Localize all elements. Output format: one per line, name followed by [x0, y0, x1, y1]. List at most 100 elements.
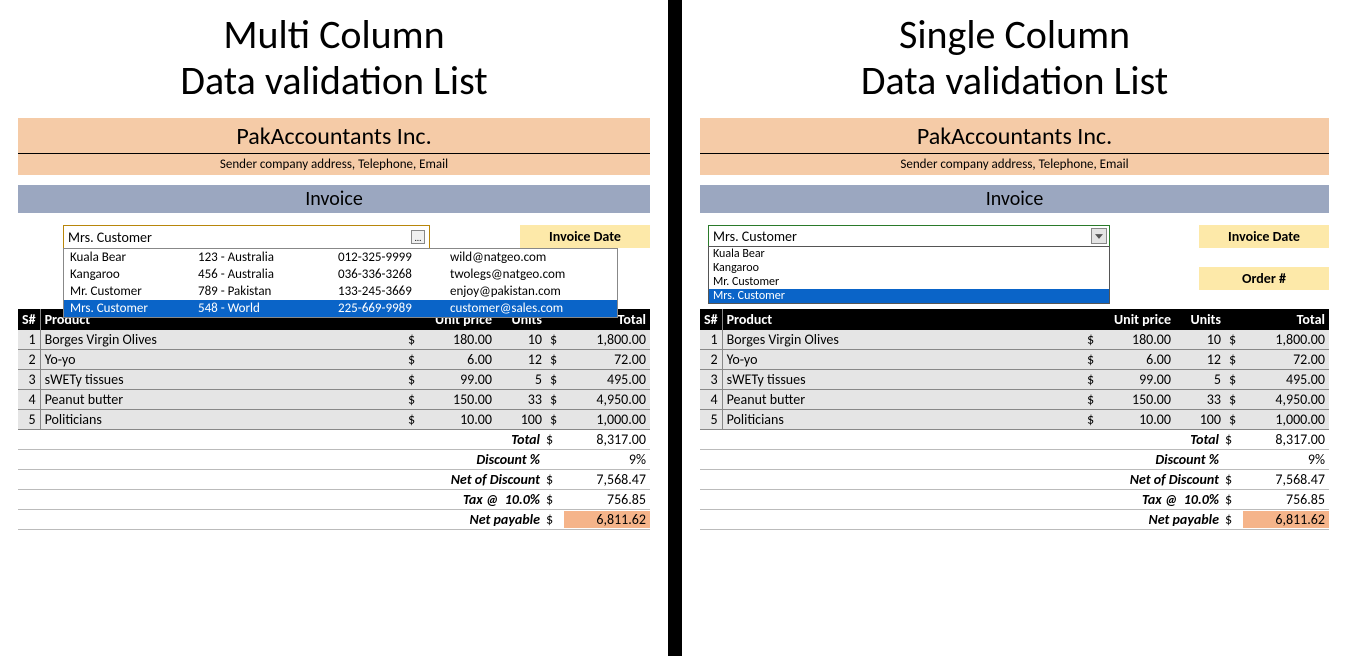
summary-row: Total$8,317.00	[18, 430, 650, 450]
summary-value: 756.85	[564, 491, 650, 508]
invoice-table: S# Product Unit price Units Total 1Borge…	[700, 309, 1329, 430]
table-row[interactable]: 5Politicians$10.00100$1,000.00	[700, 410, 1329, 430]
cell-unit-price: $180.00	[1083, 330, 1175, 350]
cell-units: 10	[1175, 330, 1225, 350]
table-row[interactable]: 2Yo-yo$6.0012$72.00	[700, 350, 1329, 370]
currency-symbol: $	[1225, 491, 1243, 508]
order-number-label: Order #	[1199, 267, 1329, 290]
summary-value: 756.85	[1243, 491, 1329, 508]
summary-label: Total	[700, 431, 1225, 448]
cell-total: $4,950.00	[1225, 390, 1329, 410]
cell-units: 33	[1175, 390, 1225, 410]
cell-total: $4,950.00	[546, 390, 650, 410]
summary-value: 6,811.62	[564, 511, 650, 528]
table-row[interactable]: 4Peanut butter$150.0033$4,950.00	[18, 390, 650, 410]
company-name: PakAccountants Inc.	[18, 122, 650, 154]
summary-value: 6,811.62	[1243, 511, 1329, 528]
summary-value: 8,317.00	[1243, 431, 1329, 448]
summary-label: Total	[18, 431, 546, 448]
combo-option[interactable]: Mr. Customer 789 - Pakistan 133-245-3669…	[64, 283, 617, 300]
table-row[interactable]: 3sWETy tissues$99.005$495.00	[700, 370, 1329, 390]
cell-units: 10	[496, 330, 546, 350]
cell-sn: 2	[18, 350, 40, 370]
table-row[interactable]: 4Peanut butter$150.0033$4,950.00	[700, 390, 1329, 410]
combo-option-selected[interactable]: Mrs. Customer	[709, 289, 1109, 303]
cell-unit-price: $99.00	[1083, 370, 1175, 390]
summary-row: Discount %9%	[18, 450, 650, 470]
combo-option[interactable]: Kangaroo 456 - Australia 036-336-3268 tw…	[64, 266, 617, 283]
table-row[interactable]: 3sWETy tissues$99.005$495.00	[18, 370, 650, 390]
dropdown-button-icon[interactable]: …	[411, 230, 425, 244]
cell-unit-price: $10.00	[1083, 410, 1175, 430]
cell-product: Borges Virgin Olives	[722, 330, 1083, 350]
col-header-units: Units	[1175, 309, 1225, 330]
company-subtitle: Sender company address, Telephone, Email	[700, 154, 1329, 175]
summary-value: 9%	[1243, 451, 1329, 468]
panel-multi-column: Multi Column Data validation List PakAcc…	[0, 0, 668, 656]
cell-units: 5	[496, 370, 546, 390]
combo-option-selected[interactable]: Mrs. Customer 548 - World 225-669-9989 c…	[64, 300, 617, 317]
heading-line2: Data validation List	[0, 58, 668, 104]
summary-label: Discount %	[700, 451, 1225, 468]
chevron-down-icon[interactable]	[1091, 228, 1107, 244]
table-row[interactable]: 1Borges Virgin Olives$180.0010$1,800.00	[18, 330, 650, 350]
combo-option[interactable]: Mr. Customer	[709, 275, 1109, 289]
cell-sn: 5	[700, 410, 722, 430]
combo-option[interactable]: Kuala Bear 123 - Australia 012-325-9999 …	[64, 249, 617, 266]
cell-units: 12	[1175, 350, 1225, 370]
summary-row: Net payable$6,811.62	[18, 510, 650, 530]
cell-product: Politicians	[40, 410, 404, 430]
summary-label: Tax @ 10.0%	[18, 491, 546, 508]
cell-units: 100	[1175, 410, 1225, 430]
invoice-title: Invoice	[18, 185, 650, 213]
currency-symbol: $	[546, 431, 564, 448]
cell-total: $1,800.00	[1225, 330, 1329, 350]
company-name: PakAccountants Inc.	[700, 122, 1329, 154]
summary-row: Total$8,317.00	[700, 430, 1329, 450]
cell-total: $72.00	[546, 350, 650, 370]
currency-symbol: $	[1225, 511, 1243, 528]
cell-unit-price: $99.00	[404, 370, 496, 390]
customer-combo-dropdown-single[interactable]: Kuala Bear Kangaroo Mr. Customer Mrs. Cu…	[708, 246, 1110, 304]
customer-combo-dropdown-multi[interactable]: Kuala Bear 123 - Australia 012-325-9999 …	[63, 248, 618, 318]
table-row[interactable]: 1Borges Virgin Olives$180.0010$1,800.00	[700, 330, 1329, 350]
cell-total: $1,000.00	[1225, 410, 1329, 430]
currency-symbol: $	[546, 511, 564, 528]
cell-sn: 4	[18, 390, 40, 410]
heading-multi: Multi Column Data validation List	[0, 0, 668, 104]
customer-combo-input[interactable]: Mrs. Customer	[708, 225, 1110, 247]
cell-product: sWETy tissues	[722, 370, 1083, 390]
cell-unit-price: $180.00	[404, 330, 496, 350]
cell-sn: 1	[700, 330, 722, 350]
cell-units: 33	[496, 390, 546, 410]
cell-sn: 2	[700, 350, 722, 370]
col-header-unit-price: Unit price	[1083, 309, 1175, 330]
cell-sn: 4	[700, 390, 722, 410]
cell-units: 12	[496, 350, 546, 370]
cell-total: $495.00	[1225, 370, 1329, 390]
summary-value: 7,568.47	[564, 471, 650, 488]
company-subtitle: Sender company address, Telephone, Email	[18, 154, 650, 175]
combo-option[interactable]: Kangaroo	[709, 261, 1109, 275]
summary-label: Discount %	[18, 451, 546, 468]
summary-row: Tax @ 10.0%$756.85	[18, 490, 650, 510]
invoice-date-label: Invoice Date	[520, 225, 650, 248]
table-row[interactable]: 5Politicians$10.00100$1,000.00	[18, 410, 650, 430]
customer-combo-value: Mrs. Customer	[713, 228, 797, 245]
table-row[interactable]: 2Yo-yo$6.0012$72.00	[18, 350, 650, 370]
cell-sn: 5	[18, 410, 40, 430]
cell-sn: 3	[700, 370, 722, 390]
customer-combo-input[interactable]: Mrs. Customer …	[63, 225, 430, 249]
combo-option[interactable]: Kuala Bear	[709, 247, 1109, 261]
invoice-title: Invoice	[700, 185, 1329, 213]
cell-product: Borges Virgin Olives	[40, 330, 404, 350]
cell-product: sWETy tissues	[40, 370, 404, 390]
heading-line1: Multi Column	[0, 12, 668, 58]
currency-symbol: $	[1225, 431, 1243, 448]
cell-unit-price: $6.00	[1083, 350, 1175, 370]
summary-value: 8,317.00	[564, 431, 650, 448]
summary-label: Tax @ 10.0%	[700, 491, 1225, 508]
cell-unit-price: $10.00	[404, 410, 496, 430]
cell-units: 100	[496, 410, 546, 430]
cell-product: Yo-yo	[722, 350, 1083, 370]
